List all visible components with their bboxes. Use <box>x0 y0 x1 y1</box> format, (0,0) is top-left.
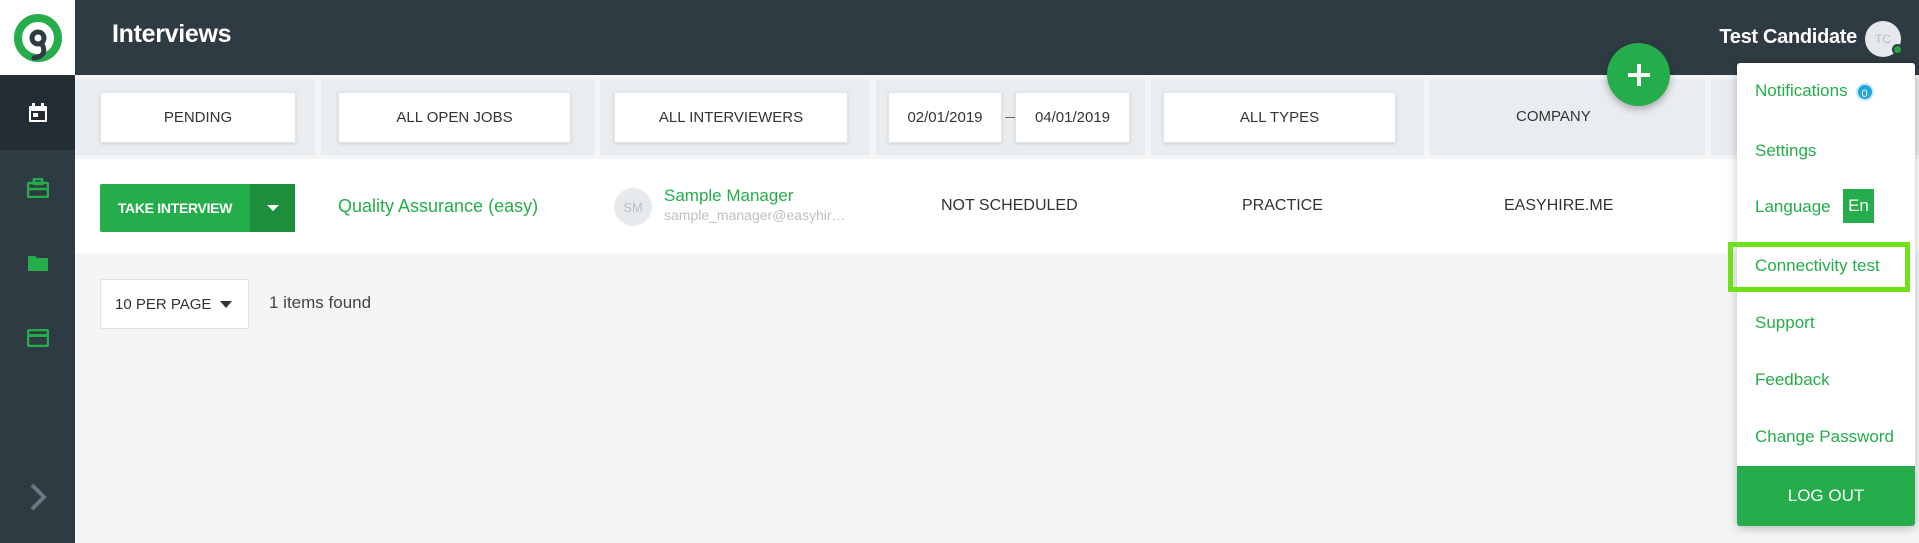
sidebar <box>0 0 75 543</box>
interviewers-filter-button[interactable]: ALL INTERVIEWERS <box>614 92 848 143</box>
take-interview-button[interactable]: TAKE INTERVIEW <box>100 184 295 232</box>
user-dropdown-menu: Notifications 0 Settings Language En Conn… <box>1728 63 1915 526</box>
menu-item-connectivity-test[interactable]: Connectivity test <box>1755 256 1880 276</box>
logo-icon <box>13 13 62 62</box>
card-icon <box>26 328 49 347</box>
items-found-count: 1 items found <box>269 293 372 312</box>
caret-down-icon <box>220 301 232 308</box>
notifications-label: Notifications <box>1755 81 1848 100</box>
sidebar-item-files[interactable] <box>0 225 75 300</box>
company-column-header: COMPANY <box>1516 108 1591 125</box>
menu-item-notifications[interactable]: Notifications 0 <box>1755 81 1874 101</box>
user-avatar[interactable]: TC <box>1865 21 1903 57</box>
folder-icon <box>27 255 48 271</box>
user-name[interactable]: Test Candidate <box>1719 26 1857 49</box>
per-page-select[interactable]: 10 PER PAGE <box>100 279 249 329</box>
jobs-filter-button[interactable]: ALL OPEN JOBS <box>338 92 571 143</box>
schedule-status: NOT SCHEDULED <box>941 197 1078 214</box>
plus-icon <box>1627 63 1650 86</box>
logout-button[interactable]: LOG OUT <box>1737 466 1915 526</box>
per-page-value: 10 PER PAGE <box>115 295 212 313</box>
sidebar-item-interviews[interactable] <box>0 75 75 150</box>
app-logo[interactable] <box>0 0 75 75</box>
avatar-initials: TC <box>1875 32 1891 46</box>
date-to-input[interactable]: 04/01/2019 <box>1015 92 1130 143</box>
add-button[interactable] <box>1607 43 1670 106</box>
sidebar-item-jobs[interactable] <box>0 150 75 225</box>
menu-item-support[interactable]: Support <box>1755 313 1815 333</box>
caret-down-icon <box>266 205 279 211</box>
manager-name-link[interactable]: Sample Manager <box>664 186 793 206</box>
take-interview-dropdown[interactable] <box>250 184 295 232</box>
online-status-dot <box>1892 44 1903 55</box>
calendar-icon <box>28 102 47 122</box>
manager-email: sample_manager@easyhire.me <box>664 207 849 223</box>
date-range-separator <box>1005 117 1015 118</box>
interview-type: PRACTICE <box>1242 197 1323 214</box>
menu-item-change-password[interactable]: Change Password <box>1755 427 1894 447</box>
status-filter-button[interactable]: PENDING <box>100 92 296 143</box>
job-title-link[interactable]: Quality Assurance (easy) <box>338 196 538 217</box>
manager-avatar: SM <box>614 188 652 226</box>
sidebar-item-billing[interactable] <box>0 300 75 375</box>
company-name: EASYHIRE.ME <box>1504 197 1614 214</box>
menu-item-settings[interactable]: Settings <box>1755 141 1816 161</box>
chevron-right-icon <box>30 483 47 511</box>
notifications-count-badge: 0 <box>1855 82 1874 101</box>
date-from-input[interactable]: 02/01/2019 <box>888 92 1002 143</box>
types-filter-button[interactable]: ALL TYPES <box>1163 92 1396 143</box>
briefcase-icon <box>26 177 49 198</box>
sidebar-expand-button[interactable] <box>0 462 75 532</box>
page-title: Interviews <box>112 20 232 48</box>
language-badge[interactable]: En <box>1843 189 1874 223</box>
menu-item-language[interactable]: Language <box>1755 197 1831 217</box>
menu-item-feedback[interactable]: Feedback <box>1755 370 1830 390</box>
take-interview-label[interactable]: TAKE INTERVIEW <box>100 184 250 232</box>
